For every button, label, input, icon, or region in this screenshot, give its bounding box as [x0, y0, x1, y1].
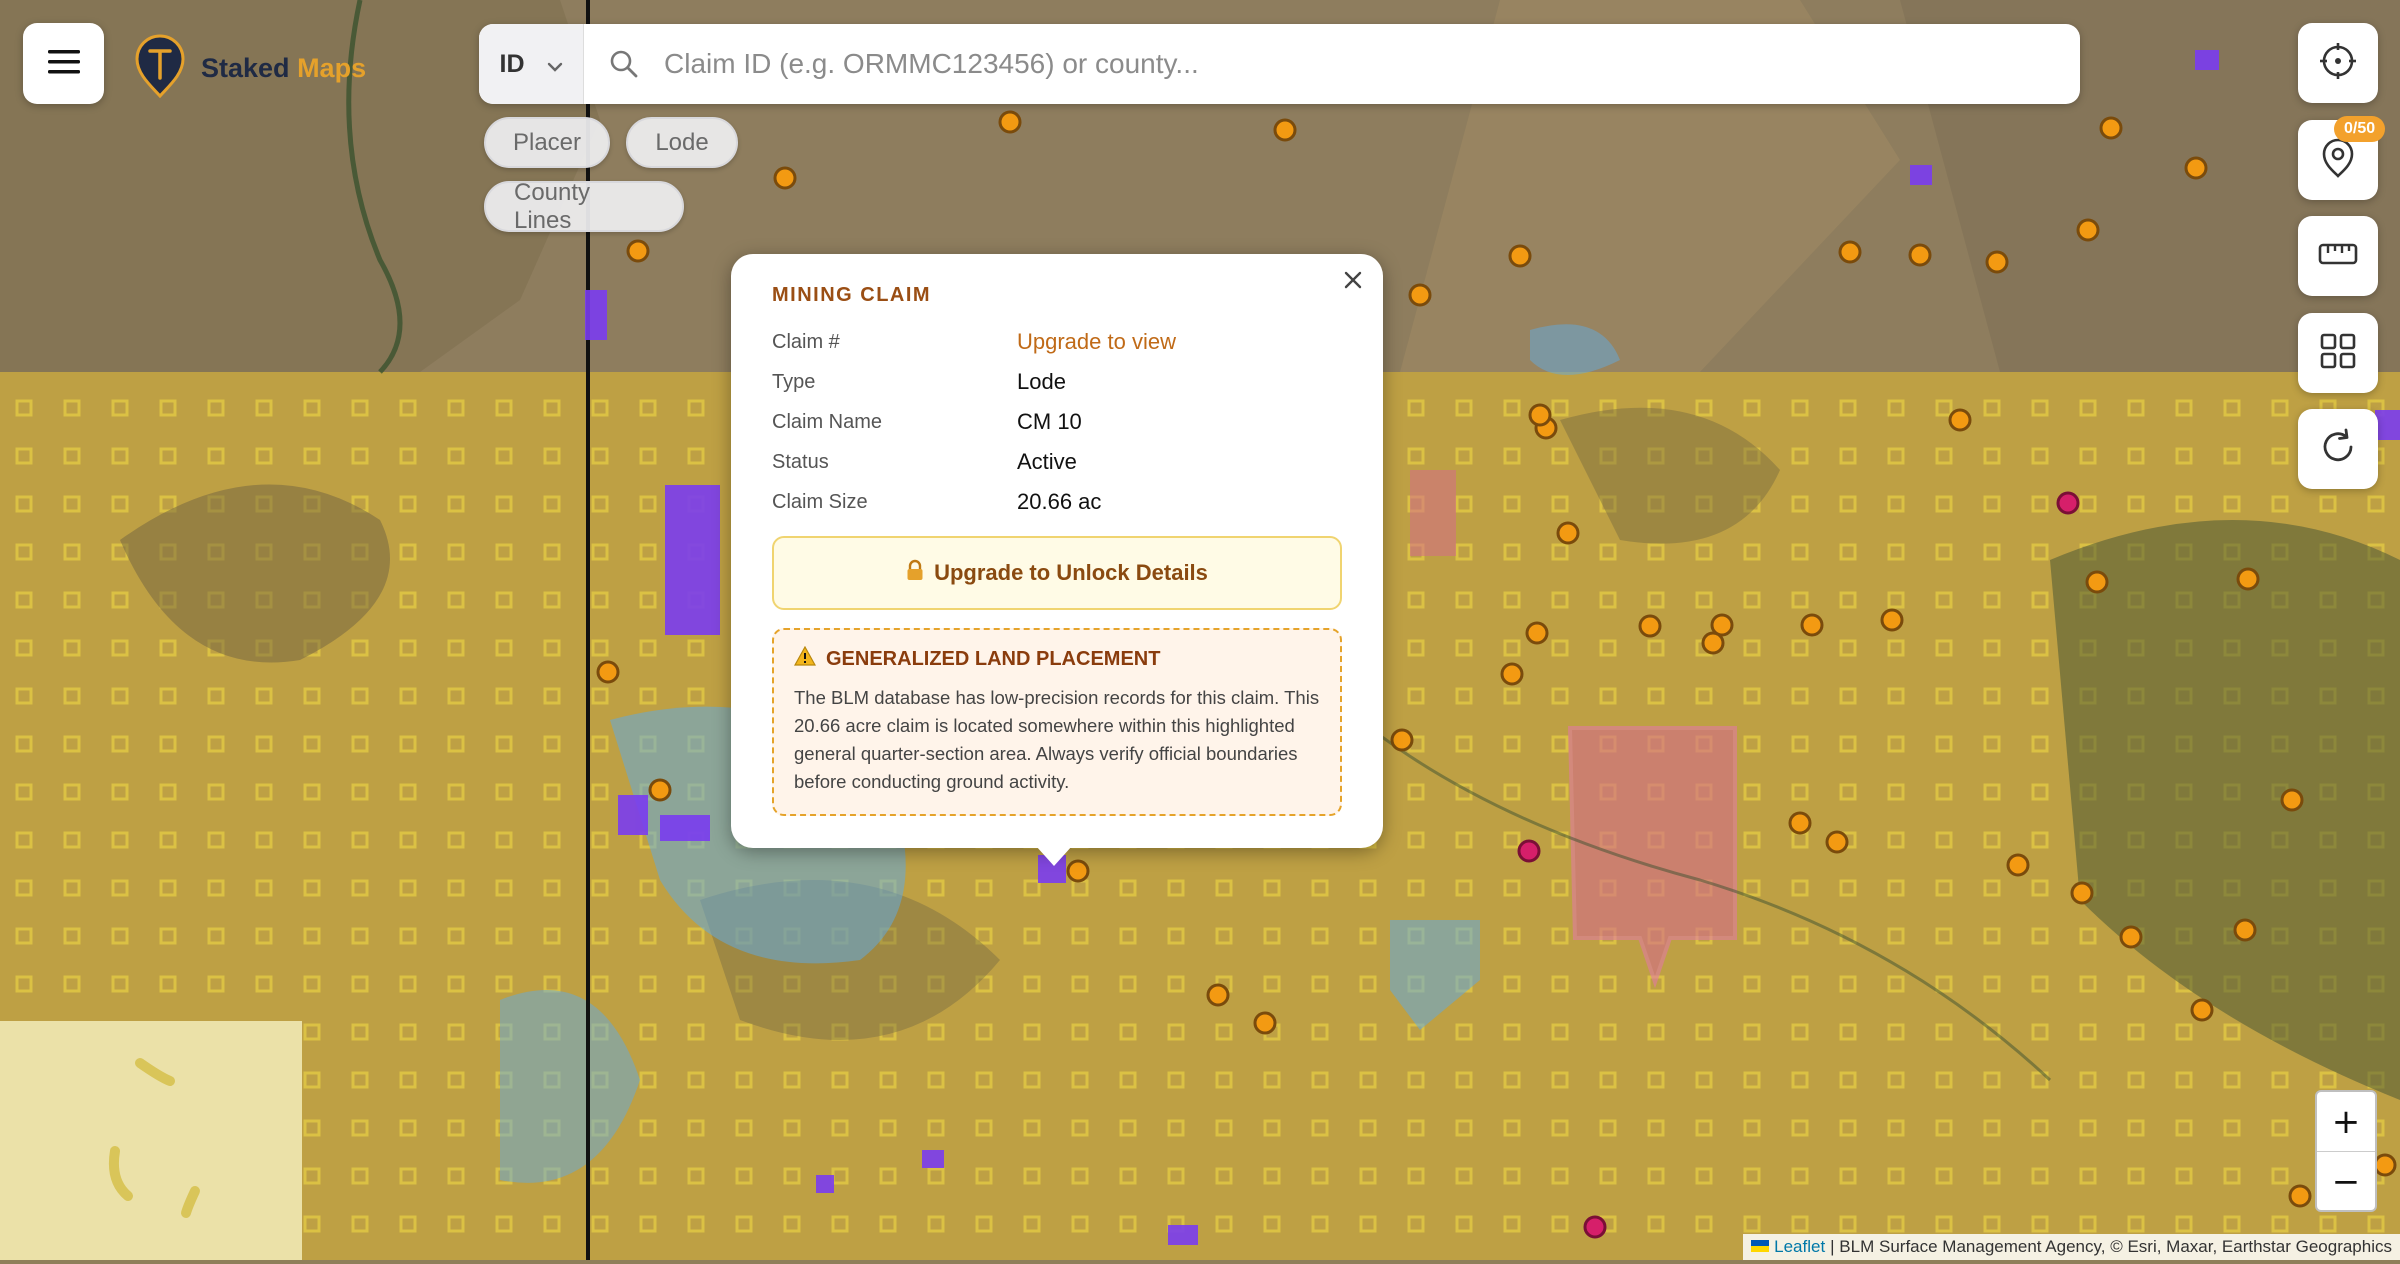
filter-chip-lode[interactable]: Lode: [626, 117, 738, 168]
ruler-icon: [2318, 242, 2358, 270]
upgrade-to-view-link[interactable]: Upgrade to view: [1017, 329, 1176, 355]
brand-word-staked: Staked: [201, 52, 290, 83]
search-input[interactable]: [584, 23, 2080, 105]
row-value: Active: [1017, 449, 1077, 474]
warning-icon: [793, 645, 817, 672]
popup-pointer: [1036, 846, 1072, 866]
close-popup-button[interactable]: [1333, 262, 1373, 302]
state-select-value: ID: [499, 49, 525, 78]
grid-icon: [2320, 333, 2356, 373]
brand-word-maps: Maps: [297, 52, 367, 83]
hamburger-icon: [47, 49, 80, 79]
warning-text: The BLM database has low-precision recor…: [794, 687, 1320, 792]
attribution-text: | BLM Surface Management Agency, © Esri,…: [1830, 1237, 2392, 1256]
chevron-down-icon: [547, 50, 563, 79]
row-label: Claim #: [772, 330, 840, 353]
claims-count-badge: 0/50: [2334, 116, 2386, 142]
locate-me-button[interactable]: [2298, 23, 2378, 103]
zoom-control: + −: [2315, 1090, 2377, 1212]
claim-popup: MINING CLAIM Claim # Upgrade to view Typ…: [731, 254, 1383, 848]
row-label: Claim Name: [772, 410, 883, 433]
ukraine-flag-icon: [1751, 1237, 1770, 1257]
minimap-shapes: [108, 1058, 200, 1218]
warning-title-text: GENERALIZED LAND PLACEMENT: [826, 647, 1161, 670]
zoom-in-button[interactable]: +: [2317, 1092, 2375, 1152]
logo-pin-icon: [135, 34, 185, 102]
filter-chip-placer[interactable]: Placer: [484, 117, 610, 168]
state-select[interactable]: ID: [479, 24, 584, 104]
claim-name-row: Claim Name CM 10: [772, 402, 1342, 442]
search-bar: ID: [479, 23, 2080, 105]
filter-chip-county-lines[interactable]: County Lines: [484, 179, 684, 234]
claim-number-row: Claim # Upgrade to view: [772, 322, 1342, 362]
claim-type-row: Type Lode: [772, 362, 1342, 402]
search-icon: [609, 49, 639, 83]
brand-name: Staked Maps: [201, 53, 366, 84]
refresh-button[interactable]: [2298, 409, 2378, 489]
overview-minimap[interactable]: [0, 1021, 302, 1260]
zoom-out-button[interactable]: −: [2317, 1152, 2375, 1211]
measure-button[interactable]: [2298, 216, 2378, 296]
lock-icon: [906, 559, 924, 587]
menu-button[interactable]: [23, 23, 104, 104]
row-value: CM 10: [1017, 409, 1082, 434]
leaflet-link[interactable]: Leaflet: [1774, 1237, 1825, 1257]
claim-status-row: Status Active: [772, 442, 1342, 482]
map-attribution: Leaflet | BLM Surface Management Agency,…: [1743, 1234, 2400, 1260]
layers-grid-button[interactable]: [2298, 313, 2378, 393]
crosshair-icon: [2319, 42, 2357, 84]
warning-title: GENERALIZED LAND PLACEMENT: [793, 645, 1320, 672]
popup-title: MINING CLAIM: [772, 284, 932, 306]
close-icon: [1343, 270, 1363, 295]
generalized-placement-warning: GENERALIZED LAND PLACEMENT The BLM datab…: [772, 628, 1342, 816]
map-pin-icon: [2321, 138, 2355, 182]
row-value: 20.66 ac: [1017, 489, 1102, 514]
row-label: Status: [772, 450, 829, 473]
row-label: Type: [772, 370, 816, 393]
refresh-icon: [2319, 428, 2357, 470]
claim-size-row: Claim Size 20.66 ac: [772, 482, 1342, 522]
row-value: Lode: [1017, 369, 1066, 394]
upgrade-unlock-label: Upgrade to Unlock Details: [934, 560, 1208, 585]
row-label: Claim Size: [772, 490, 868, 513]
brand-logo[interactable]: Staked Maps: [135, 34, 366, 102]
upgrade-unlock-button[interactable]: Upgrade to Unlock Details: [772, 536, 1342, 610]
